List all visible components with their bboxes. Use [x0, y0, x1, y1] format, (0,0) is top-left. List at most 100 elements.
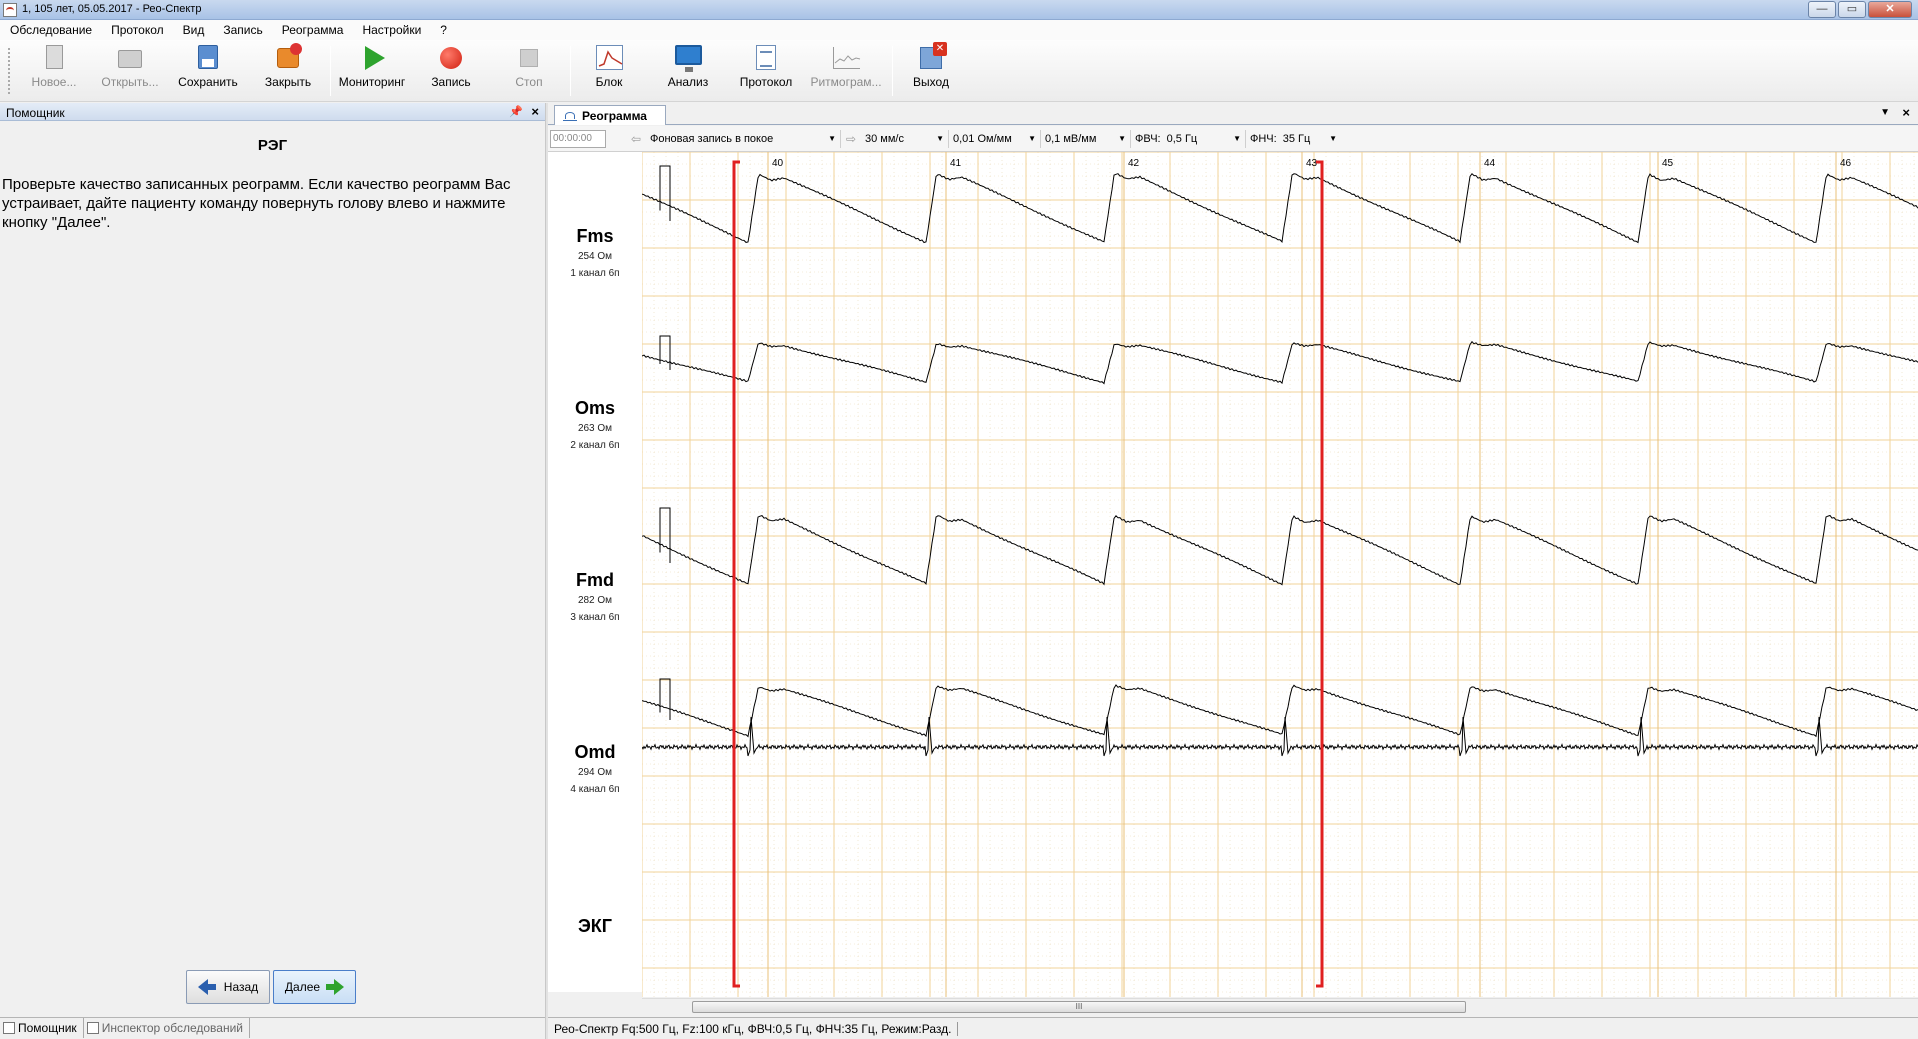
menu-examination[interactable]: Обследование — [10, 23, 92, 37]
reo-gain-select[interactable]: 0,01 Ом/мм ▼ — [949, 129, 1041, 148]
time-field[interactable]: 00:00:00 — [550, 129, 606, 148]
analysis-button[interactable]: Анализ — [650, 44, 726, 98]
channel-name: Fmd — [576, 570, 614, 590]
rheogram-plot[interactable]: 40 41 42 43 44 45 46 — [642, 152, 1918, 997]
inspector-icon — [86, 1022, 99, 1034]
analysis-label: Анализ — [667, 75, 709, 89]
back-button[interactable]: Назад — [186, 970, 270, 1004]
main-toolbar: Новое... Открыть... Сохранить Закрыть Мо… — [0, 40, 1918, 102]
recording-mode-select[interactable]: Фоновая запись в покое ▼ — [646, 129, 841, 148]
new-button-label: Новое... — [31, 75, 77, 89]
menu-rheogram[interactable]: Реограмма — [282, 23, 344, 37]
rhythmogram-icon — [832, 44, 861, 72]
close-window-button[interactable]: ✕ — [1868, 1, 1912, 18]
menu-record[interactable]: Запись — [223, 23, 262, 37]
channel-impedance: 263 Ом — [577, 423, 613, 434]
plot-horizontal-scrollbar[interactable]: III — [642, 998, 1918, 1014]
protocol-button[interactable]: Протокол — [728, 44, 804, 98]
back-button-label: Назад — [223, 980, 259, 994]
open-button-label: Открыть... — [101, 75, 159, 89]
hpf-value: 0,5 Гц — [1166, 132, 1198, 145]
tab-list-chevron-icon[interactable]: ▼ — [1880, 107, 1890, 118]
tab-assistant-label: Помощник — [18, 1021, 77, 1035]
stop-button[interactable]: Стоп — [491, 44, 567, 98]
status-bar: Рео-Спектр Fq:500 Гц, Fz:100 кГц, ФВЧ:0,… — [548, 1017, 1918, 1039]
channel-name: Omd — [574, 742, 616, 762]
pin-icon[interactable]: 📌 — [509, 105, 523, 118]
reo-gain-value: 0,01 Ом/мм — [953, 132, 1012, 145]
menu-view[interactable]: Вид — [183, 23, 205, 37]
close-icon[interactable]: × — [531, 104, 539, 119]
protocol-label: Протокол — [739, 75, 793, 89]
lpf-label: ФНЧ: — [1250, 132, 1277, 145]
speed-select[interactable]: 30 мм/с ▼ — [861, 129, 949, 148]
time-marker-label: 44 — [1484, 158, 1496, 169]
ecg-gain-select[interactable]: 0,1 мВ/мм ▼ — [1041, 129, 1131, 148]
tab-rheogram[interactable]: Реограмма — [554, 105, 666, 125]
tab-exam-inspector[interactable]: Инспектор обследований — [84, 1018, 250, 1038]
next-button-label: Далее — [284, 980, 321, 994]
toolbar-grip[interactable] — [8, 48, 11, 94]
time-marker-label: 42 — [1128, 158, 1140, 169]
record-button[interactable]: Запись — [413, 44, 489, 98]
dropdown-arrow-icon: ▼ — [1329, 134, 1337, 143]
dropdown-arrow-icon: ▼ — [1118, 134, 1126, 143]
monitoring-button[interactable]: Мониторинг — [334, 44, 410, 98]
dropdown-arrow-icon: ▼ — [936, 134, 944, 143]
save-button[interactable]: Сохранить — [170, 44, 246, 98]
tab-assistant[interactable]: Помощник — [0, 1018, 84, 1038]
channel-label-ecg: ЭКГ — [548, 916, 642, 937]
rhythmogram-button[interactable]: Ритмограм... — [808, 44, 884, 98]
open-button[interactable]: Открыть... — [92, 44, 168, 98]
maximize-button[interactable]: ▭ — [1838, 1, 1866, 18]
recording-mode-value: Фоновая запись в покое — [650, 132, 774, 145]
time-marker-label: 46 — [1840, 158, 1852, 169]
assistant-panel-title: Помощник — [6, 106, 65, 120]
dropdown-arrow-icon: ▼ — [828, 134, 836, 143]
new-button[interactable]: Новое... — [16, 44, 92, 98]
hpf-select[interactable]: ФВЧ: 0,5 Гц ▼ — [1131, 129, 1246, 148]
channel-impedance: 282 Ом — [577, 595, 613, 606]
next-segment-icon[interactable]: ⇨ — [841, 132, 861, 146]
toolbar-separator — [330, 46, 331, 96]
close-box-icon — [274, 43, 302, 72]
channel-number: 3 канал 6п — [570, 612, 620, 623]
assistant-panel: Помощник 📌 × РЭГ Проверьте качество запи… — [0, 103, 545, 1015]
close-document-icon[interactable]: × — [1902, 105, 1910, 120]
prev-segment-icon[interactable]: ⇦ — [626, 132, 646, 146]
close-exam-button[interactable]: Закрыть — [250, 43, 326, 98]
arrow-right-icon — [326, 979, 345, 995]
channel-number: 4 канал 6п — [570, 784, 620, 795]
next-button[interactable]: Далее — [273, 970, 356, 1004]
dropdown-arrow-icon: ▼ — [1233, 134, 1241, 143]
time-marker-label: 43 — [1306, 158, 1318, 169]
assistant-icon — [3, 1022, 15, 1034]
chart-icon — [595, 44, 623, 72]
exit-icon — [917, 42, 947, 72]
menu-protocol[interactable]: Протокол — [111, 23, 164, 37]
left-panel-tabs: Помощник Инспектор обследований — [0, 1017, 545, 1039]
block-label: Блок — [595, 75, 623, 89]
monitor-icon — [674, 44, 702, 72]
block-button[interactable]: Блок — [571, 44, 647, 98]
lpf-value: 35 Гц — [1282, 132, 1311, 145]
menu-help[interactable]: ? — [440, 23, 447, 37]
lpf-select[interactable]: ФНЧ: 35 Гц ▼ — [1246, 130, 1341, 148]
scrollbar-thumb[interactable]: III — [692, 1001, 1466, 1013]
channel-label-omd: Omd 294 Ом 4 канал 6п — [548, 742, 642, 795]
channel-label-oms: Oms 263 Ом 2 канал 6п — [548, 398, 642, 451]
channel-name: Oms — [574, 398, 616, 418]
monitoring-label: Мониторинг — [338, 75, 406, 89]
new-document-icon — [40, 44, 68, 72]
minimize-button[interactable]: — — [1808, 1, 1836, 18]
save-button-label: Сохранить — [178, 75, 238, 89]
assistant-instructions: Проверьте качество записанных реограмм. … — [2, 176, 511, 231]
tab-rheogram-label: Реограмма — [582, 108, 647, 123]
channel-name: Fms — [576, 226, 614, 246]
channel-labels: Fms 254 Ом 1 канал 6п Oms 263 Ом 2 канал… — [548, 152, 642, 992]
play-icon — [358, 44, 386, 72]
open-folder-icon — [116, 44, 144, 72]
graph-toolbar: 00:00:00 ⇦ Фоновая запись в покое ▼ ⇨ 30… — [548, 126, 1918, 152]
menu-settings[interactable]: Настройки — [362, 23, 421, 37]
exit-button[interactable]: Выход — [893, 42, 969, 98]
